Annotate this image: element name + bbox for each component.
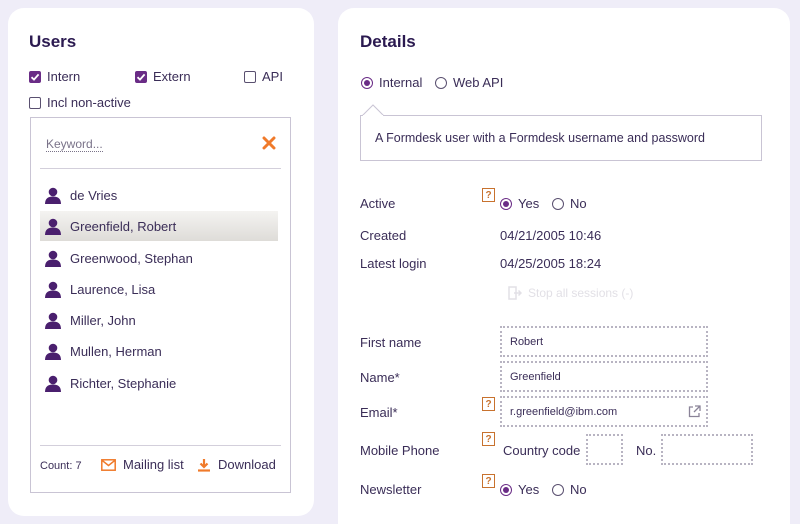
name-label: Name* bbox=[360, 370, 400, 385]
email-value: r.greenfield@ibm.com bbox=[510, 405, 618, 418]
user-name: Miller, John bbox=[70, 312, 136, 328]
first-name-label: First name bbox=[360, 335, 422, 350]
active-yes-radio[interactable]: Yes bbox=[500, 196, 539, 211]
name-value: Greenfield bbox=[510, 370, 561, 383]
user-type-internal-label: Internal bbox=[379, 75, 423, 90]
users-title: Users bbox=[29, 32, 77, 51]
radio-selected-icon bbox=[361, 76, 373, 89]
stop-all-sessions-label: Stop all sessions (-) bbox=[528, 286, 634, 300]
download-icon bbox=[198, 458, 210, 472]
description-pointer bbox=[362, 104, 384, 116]
download-label: Download bbox=[218, 457, 276, 472]
user-icon bbox=[45, 187, 61, 204]
user-name: Mullen, Herman bbox=[70, 343, 162, 359]
user-row[interactable]: Mullen, Herman bbox=[40, 336, 278, 366]
mobile-phone-label: Mobile Phone bbox=[360, 443, 440, 458]
user-icon bbox=[45, 343, 61, 360]
details-panel: Details Internal Web API A Formdesk user… bbox=[338, 8, 790, 524]
newsletter-label: Newsletter bbox=[360, 482, 422, 497]
user-row[interactable]: Greenwood, Stephan bbox=[40, 243, 278, 273]
user-icon bbox=[45, 218, 61, 235]
country-code-input[interactable] bbox=[586, 434, 623, 465]
email-input[interactable]: r.greenfield@ibm.com bbox=[500, 396, 708, 427]
user-row[interactable]: Laurence, Lisa bbox=[40, 274, 278, 304]
active-label: Active bbox=[360, 196, 396, 211]
filter-extern-label: Extern bbox=[153, 69, 191, 84]
help-icon[interactable]: ? bbox=[482, 188, 495, 202]
active-no-radio[interactable]: No bbox=[552, 196, 587, 211]
help-icon[interactable]: ? bbox=[482, 432, 495, 446]
user-name: de Vries bbox=[70, 187, 118, 203]
download-button[interactable]: Download bbox=[197, 457, 276, 472]
newsletter-yes-radio[interactable]: Yes bbox=[500, 482, 539, 497]
latest-login-value: 04/25/2005 18:24 bbox=[500, 256, 602, 271]
radio-selected-icon bbox=[500, 197, 512, 210]
radio-unselected-icon bbox=[552, 483, 564, 496]
user-name: Richter, Stephanie bbox=[70, 375, 177, 391]
active-yes-label: Yes bbox=[518, 196, 540, 211]
phone-number-input[interactable] bbox=[661, 434, 753, 465]
user-row[interactable]: de Vries bbox=[40, 180, 278, 210]
user-icon bbox=[45, 375, 61, 392]
phone-number-label: No. bbox=[636, 443, 657, 458]
user-count: Count: 7 bbox=[40, 460, 82, 472]
newsletter-no-radio[interactable]: No bbox=[552, 482, 587, 497]
filter-incl-non-active-checkbox[interactable]: Incl non-active bbox=[29, 95, 131, 110]
checkbox-checked-icon bbox=[29, 70, 41, 83]
keyword-search-input[interactable]: Keyword... bbox=[46, 138, 103, 152]
user-row[interactable]: Miller, John bbox=[40, 305, 278, 335]
active-no-label: No bbox=[570, 196, 587, 211]
latest-login-label: Latest login bbox=[360, 256, 427, 271]
user-list-frame: Keyword... de Vries Greenfield, Robert G… bbox=[30, 117, 291, 493]
country-code-label: Country code bbox=[503, 443, 581, 458]
help-icon[interactable]: ? bbox=[482, 397, 495, 411]
help-icon[interactable]: ? bbox=[482, 474, 495, 488]
email-label: Email* bbox=[360, 405, 398, 420]
user-icon bbox=[45, 312, 61, 329]
filter-intern-checkbox[interactable]: Intern bbox=[29, 69, 80, 84]
created-value: 04/21/2005 10:46 bbox=[500, 228, 602, 243]
user-name: Laurence, Lisa bbox=[70, 281, 156, 297]
user-name: Greenwood, Stephan bbox=[70, 250, 193, 266]
filter-extern-checkbox[interactable]: Extern bbox=[135, 69, 191, 84]
divider bbox=[40, 445, 281, 446]
user-row[interactable]: Richter, Stephanie bbox=[40, 368, 278, 398]
stop-all-sessions-button[interactable]: Stop all sessions (-) bbox=[508, 286, 633, 300]
clear-search-icon[interactable] bbox=[262, 136, 276, 155]
radio-unselected-icon bbox=[435, 76, 447, 89]
user-type-description: A Formdesk user with a Formdesk username… bbox=[360, 115, 762, 161]
logout-icon bbox=[508, 286, 522, 300]
details-title: Details bbox=[360, 32, 416, 51]
name-input[interactable]: Greenfield bbox=[500, 361, 708, 392]
user-type-webapi-radio[interactable]: Web API bbox=[435, 75, 503, 90]
filter-incl-non-active-label: Incl non-active bbox=[47, 95, 131, 110]
user-icon bbox=[45, 250, 61, 267]
newsletter-yes-label: Yes bbox=[518, 482, 540, 497]
newsletter-no-label: No bbox=[570, 482, 587, 497]
filter-api-checkbox[interactable]: API bbox=[244, 69, 283, 84]
checkbox-empty-icon bbox=[244, 70, 256, 83]
checkbox-checked-icon bbox=[135, 70, 147, 83]
radio-unselected-icon bbox=[552, 197, 564, 210]
mail-icon bbox=[101, 458, 116, 471]
users-panel: Users Intern Extern API Incl non-active … bbox=[8, 8, 314, 516]
filter-intern-label: Intern bbox=[47, 69, 81, 84]
mailing-list-button[interactable]: Mailing list bbox=[101, 457, 184, 472]
external-link-icon[interactable] bbox=[688, 405, 701, 418]
user-name: Greenfield, Robert bbox=[70, 218, 177, 234]
first-name-input[interactable]: Robert bbox=[500, 326, 708, 357]
radio-selected-icon bbox=[500, 483, 512, 496]
mailing-list-label: Mailing list bbox=[123, 457, 184, 472]
filter-api-label: API bbox=[262, 69, 283, 84]
first-name-value: Robert bbox=[510, 335, 544, 348]
user-type-webapi-label: Web API bbox=[453, 75, 504, 90]
created-label: Created bbox=[360, 228, 407, 243]
divider bbox=[40, 168, 281, 169]
user-type-internal-radio[interactable]: Internal bbox=[361, 75, 422, 90]
checkbox-empty-icon bbox=[29, 96, 41, 109]
user-row-selected[interactable]: Greenfield, Robert bbox=[40, 211, 278, 241]
user-icon bbox=[45, 281, 61, 298]
